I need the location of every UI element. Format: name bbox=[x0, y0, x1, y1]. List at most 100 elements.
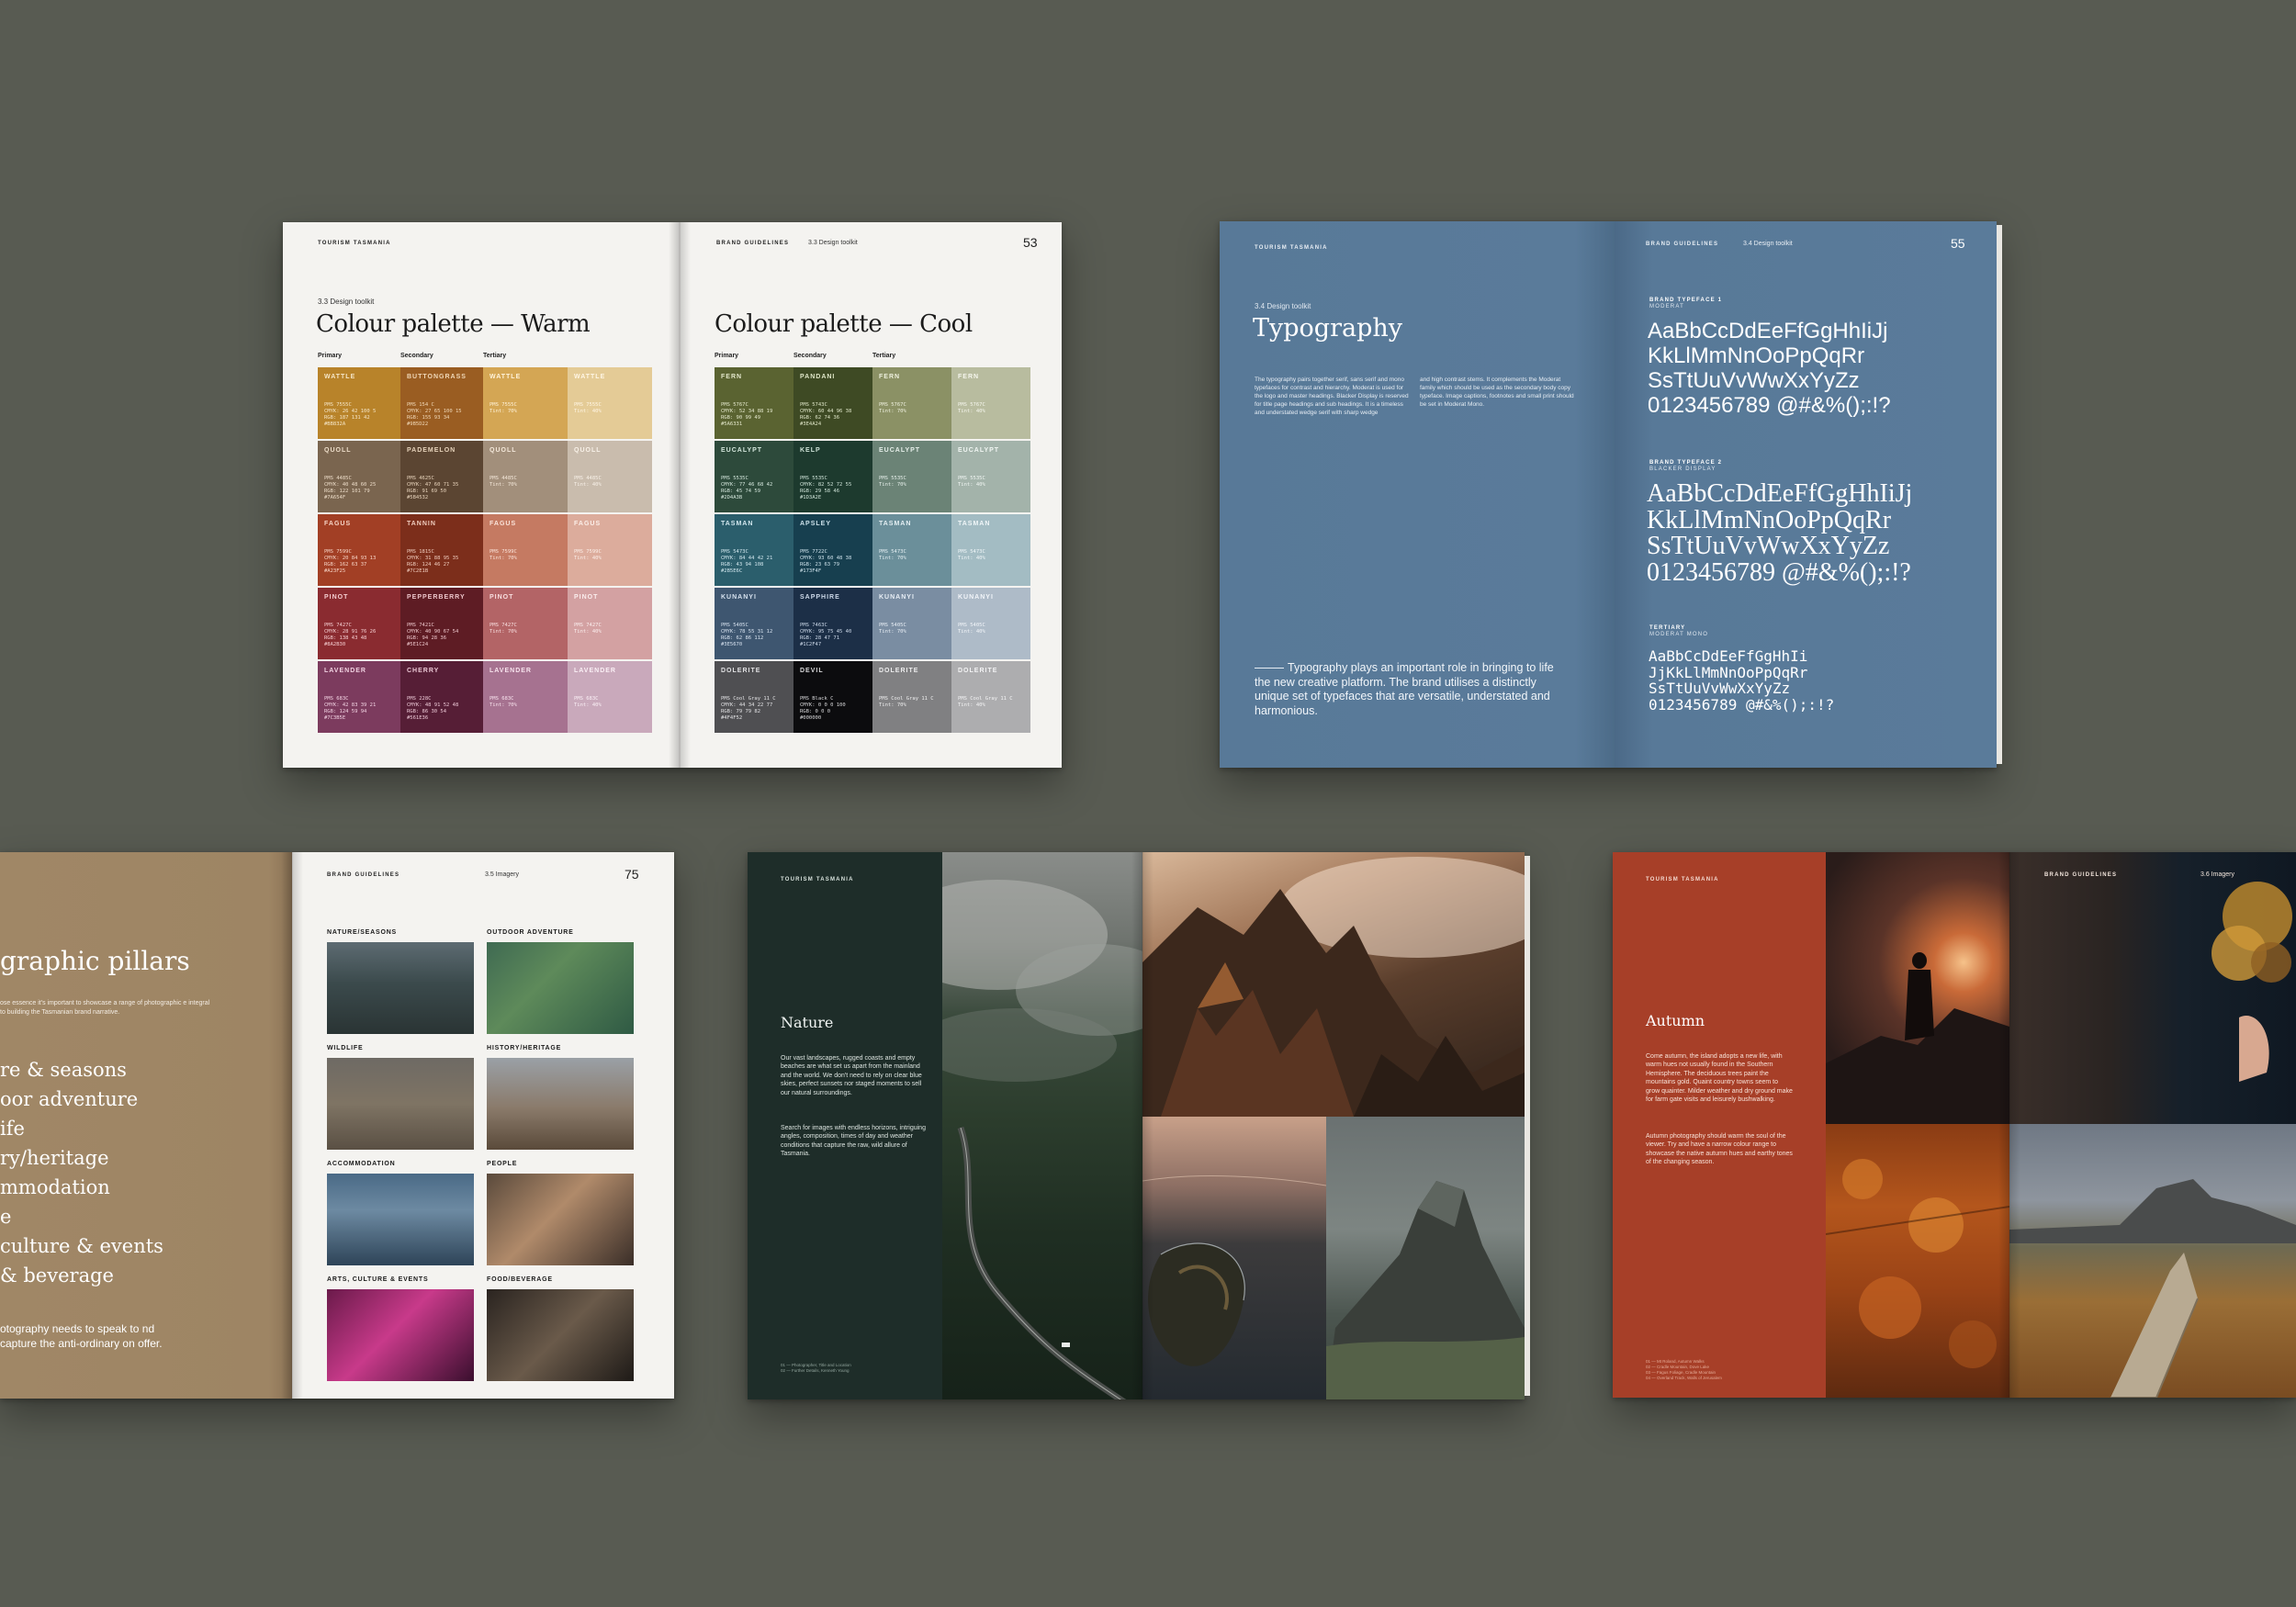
photo-cliffs-sunrise bbox=[1142, 852, 1525, 1117]
swatch-name: LAVENDER bbox=[324, 668, 366, 674]
colour-swatch: PANDANI PMS 5743C CMYK: 60 44 96 38 RGB: … bbox=[793, 367, 872, 439]
swatch-values: PMS 7555C Tint: 40% bbox=[574, 402, 602, 414]
brand-label: TOURISM TASMANIA bbox=[1255, 245, 1328, 251]
photo-caption: OUTDOOR ADVENTURE bbox=[487, 929, 574, 936]
colour-swatch: LAVENDER PMS 683C Tint: 70% bbox=[483, 661, 568, 733]
page-nature-text: TOURISM TASMANIA Nature Our vast landsca… bbox=[748, 852, 942, 1399]
colour-swatch: FAGUS PMS 7599C CMYK: 20 84 93 13 RGB: 16… bbox=[318, 514, 400, 586]
swatch-values: PMS 4485C Tint: 40% bbox=[574, 476, 602, 488]
pillar-item: oor adventure bbox=[0, 1088, 139, 1110]
colour-swatch: APSLEY PMS 7722C CMYK: 93 60 48 38 RGB: 2… bbox=[793, 514, 872, 586]
colour-swatch: DEVIL PMS Black C CMYK: 0 0 0 100 RGB: 0 … bbox=[793, 661, 872, 733]
colour-swatch: FERN PMS 5767C CMYK: 52 34 88 19 RGB: 90 … bbox=[715, 367, 793, 439]
photo-thumbnail bbox=[487, 1289, 634, 1381]
swatch-name: FAGUS bbox=[490, 521, 517, 527]
column-header: Secondary bbox=[400, 353, 433, 359]
swatch-values: PMS 4485C Tint: 70% bbox=[490, 476, 517, 488]
colour-swatch: WATTLE PMS 7555C CMYK: 26 42 100 5 RGB: 1… bbox=[318, 367, 400, 439]
spread-imagery: graphic pillars ose essence it's importa… bbox=[0, 852, 674, 1399]
swatch-values: PMS 5535C CMYK: 77 46 68 42 RGB: 45 74 5… bbox=[721, 476, 773, 500]
typeface-3-label: TERTIARY bbox=[1649, 625, 1686, 631]
typeface-2-name: BLACKER DISPLAY bbox=[1649, 466, 1716, 472]
colour-swatch: PADEMELON PMS 4625C CMYK: 47 60 71 35 RGB… bbox=[400, 441, 483, 512]
swatch-name: EUCALYPT bbox=[879, 447, 921, 454]
colour-swatch: KUNANYI PMS 5405C CMYK: 78 55 31 12 RGB: … bbox=[715, 588, 793, 659]
brand-label: TOURISM TASMANIA bbox=[318, 241, 391, 246]
swatch-name: PINOT bbox=[490, 594, 514, 601]
swatch-name: KUNANYI bbox=[958, 594, 994, 601]
photo-thumbnail bbox=[327, 1174, 474, 1265]
page-number: 75 bbox=[625, 867, 639, 882]
photo-boardwalk bbox=[2009, 1124, 2296, 1398]
swatch-name: TASMAN bbox=[879, 521, 912, 527]
guides-label: BRAND GUIDELINES bbox=[716, 241, 790, 246]
colour-swatch: TASMAN PMS 5473C Tint: 70% bbox=[872, 514, 951, 586]
colour-swatch: KUNANYI PMS 5405C Tint: 40% bbox=[951, 588, 1030, 659]
page-typography-left: TOURISM TASMANIA 3.4 Design toolkit Typo… bbox=[1220, 221, 1615, 768]
colour-swatch: TANNIN PMS 1815C CMYK: 31 88 95 35 RGB: 1… bbox=[400, 514, 483, 586]
photo-caption: PEOPLE bbox=[487, 1161, 518, 1167]
swatch-values: PMS 5473C Tint: 40% bbox=[958, 549, 985, 561]
page-number: 55 bbox=[1951, 236, 1965, 251]
pillar-item: mmodation bbox=[0, 1176, 110, 1198]
swatch-name: LAVENDER bbox=[490, 668, 532, 674]
photo-caption: ACCOMMODATION bbox=[327, 1161, 396, 1167]
colour-swatch: WATTLE PMS 7555C Tint: 40% bbox=[568, 367, 652, 439]
colour-swatch: QUOLL PMS 4485C Tint: 70% bbox=[483, 441, 568, 512]
colour-swatch: SAPPHIRE PMS 7463C CMYK: 95 75 45 40 RGB:… bbox=[793, 588, 872, 659]
section-label: 3.3 Design toolkit bbox=[808, 240, 858, 246]
body-copy-2: Search for images with endless horizons,… bbox=[781, 1125, 926, 1158]
swatch-values: PMS 7599C Tint: 70% bbox=[490, 549, 517, 561]
typeface-3-name: MODERAT MONO bbox=[1649, 632, 1709, 637]
spread-typography: TOURISM TASMANIA 3.4 Design toolkit Typo… bbox=[1220, 221, 2002, 768]
colour-swatch: CHERRY PMS 228C CMYK: 48 91 52 48 RGB: 86… bbox=[400, 661, 483, 733]
swatch-values: PMS 683C CMYK: 42 83 39 21 RGB: 124 59 9… bbox=[324, 696, 377, 721]
swatch-name: SAPPHIRE bbox=[800, 594, 840, 601]
typeface-1-label: BRAND TYPEFACE 1 bbox=[1649, 298, 1723, 303]
colour-swatch: TASMAN PMS 5473C CMYK: 84 44 42 21 RGB: 4… bbox=[715, 514, 793, 586]
colour-swatch: FAGUS PMS 7599C Tint: 70% bbox=[483, 514, 568, 586]
swatch-values: PMS 1815C CMYK: 31 88 95 35 RGB: 124 46 … bbox=[407, 549, 459, 574]
photo-thumbnail bbox=[487, 1174, 634, 1265]
swatch-name: PANDANI bbox=[800, 374, 836, 380]
colour-swatch: KUNANYI PMS 5405C Tint: 70% bbox=[872, 588, 951, 659]
page-title: Colour palette — Cool bbox=[715, 310, 973, 338]
page-title: Nature bbox=[781, 1014, 834, 1031]
cool-swatch-grid: Primary Secondary Tertiary FERN PMS 5767C CM… bbox=[715, 353, 1032, 753]
photo-caption: FOOD/BEVERAGE bbox=[487, 1276, 553, 1283]
closing-copy: otography needs to speak to nd capture t… bbox=[0, 1322, 163, 1350]
swatch-name: DOLERITE bbox=[721, 668, 761, 674]
colour-swatch: FERN PMS 5767C Tint: 40% bbox=[951, 367, 1030, 439]
body-copy-1: Our vast landscapes, rugged coasts and e… bbox=[781, 1055, 922, 1096]
swatch-name: KUNANYI bbox=[879, 594, 915, 601]
swatch-name: BUTTONGRASS bbox=[407, 374, 467, 380]
colour-swatch: KELP PMS 5535C CMYK: 82 52 72 55 RGB: 29 … bbox=[793, 441, 872, 512]
pillar-item: e bbox=[0, 1206, 12, 1228]
body-copy-right: and high contrast stems. It complements … bbox=[1420, 376, 1574, 408]
swatch-values: PMS 7427C CMYK: 28 91 76 26 RGB: 138 43 … bbox=[324, 623, 377, 647]
mockup-canvas: { "warm": { "brand": "TOURISM TASMANIA",… bbox=[0, 0, 2296, 1607]
page-title: Typography bbox=[1253, 314, 1403, 343]
photo-caption: WILDLIFE bbox=[327, 1045, 364, 1051]
swatch-values: PMS Cool Gray 11 C Tint: 40% bbox=[958, 696, 1013, 708]
page-autumn-text: TOURISM TASMANIA Autumn Come autumn, the… bbox=[1613, 852, 1826, 1398]
colour-swatch: EUCALYPT PMS 5535C Tint: 40% bbox=[951, 441, 1030, 512]
colour-swatch: PINOT PMS 7427C Tint: 40% bbox=[568, 588, 652, 659]
colour-swatch: BUTTONGRASS PMS 154 C CMYK: 27 65 100 15 … bbox=[400, 367, 483, 439]
colour-swatch: PEPPERBERRY PMS 7421C CMYK: 40 90 67 54 R… bbox=[400, 588, 483, 659]
guides-label: BRAND GUIDELINES bbox=[327, 872, 400, 878]
swatch-values: PMS 5473C CMYK: 84 44 42 21 RGB: 43 94 1… bbox=[721, 549, 773, 574]
page-title: Autumn bbox=[1646, 1012, 1705, 1029]
swatch-values: PMS Cool Gray 11 C Tint: 70% bbox=[879, 696, 934, 708]
swatch-name: FERN bbox=[721, 374, 743, 380]
mono-specimen: AaBbCcDdEeFfGgHhIi JjKkLlMmNnOoPpQqRr Ss… bbox=[1649, 647, 1835, 714]
swatch-values: PMS 7555C CMYK: 26 42 100 5 RGB: 187 131… bbox=[324, 402, 377, 427]
swatch-values: PMS 5405C Tint: 40% bbox=[958, 623, 985, 635]
swatch-name: TASMAN bbox=[958, 521, 991, 527]
spread-nature: TOURISM TASMANIA Nature Our vast landsca… bbox=[748, 852, 1530, 1399]
swatch-name: PINOT bbox=[324, 594, 349, 601]
section-label: 3.4 Design toolkit bbox=[1743, 241, 1793, 247]
swatch-values: PMS 5405C CMYK: 78 55 31 12 RGB: 62 86 1… bbox=[721, 623, 773, 647]
colour-swatch: WATTLE PMS 7555C Tint: 70% bbox=[483, 367, 568, 439]
page-warm: TOURISM TASMANIA 3.3 Design toolkit Colo… bbox=[283, 222, 680, 768]
